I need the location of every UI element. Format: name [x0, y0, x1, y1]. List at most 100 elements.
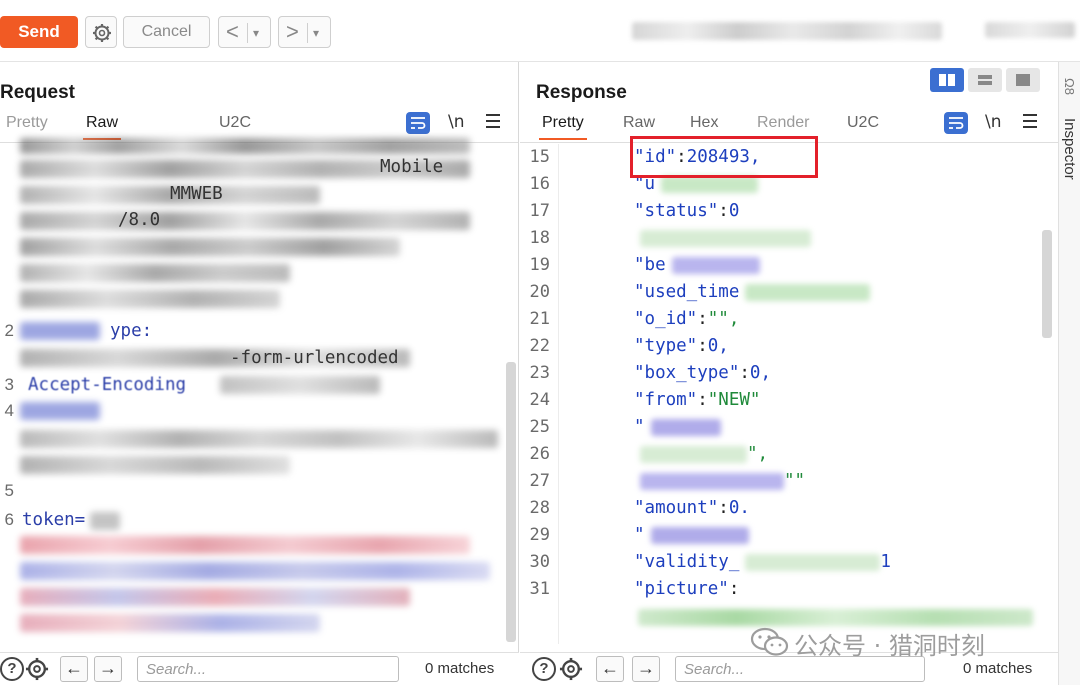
json-value: 0.	[728, 498, 750, 518]
layout-split-button[interactable]	[930, 68, 964, 92]
line-number: 31	[529, 579, 550, 599]
tab-raw[interactable]: Raw	[623, 114, 655, 132]
json-key: "from"	[634, 390, 698, 410]
json-value: 0	[728, 201, 740, 221]
tab-pretty[interactable]: Pretty	[6, 114, 48, 132]
tab-u2c[interactable]: U2C	[847, 114, 879, 132]
rows-icon	[978, 75, 992, 85]
search-prev-button[interactable]: ←	[60, 656, 88, 682]
search-prev-button[interactable]: ←	[596, 656, 624, 682]
json-key: "type"	[634, 336, 698, 356]
layout-rows-button[interactable]	[968, 68, 1002, 92]
json-line: "picture":	[634, 576, 739, 603]
tab-raw[interactable]: Raw	[82, 114, 122, 140]
request-search-bar: ? ← → 0 matches	[0, 652, 519, 685]
response-title: Response	[536, 82, 627, 103]
newline-toggle-icon[interactable]: \n	[985, 112, 1002, 132]
json-line: "status":0	[634, 198, 739, 225]
json-line: "used_time	[634, 279, 871, 306]
json-separator: :	[718, 498, 729, 518]
redacted-value	[640, 472, 784, 490]
json-line: "be	[634, 252, 760, 279]
layout-mode-toggle	[930, 68, 1040, 92]
chevron-right-icon: >	[286, 19, 299, 44]
target-settings-redacted[interactable]	[985, 22, 1075, 38]
wrap-icon	[949, 117, 964, 129]
help-icon[interactable]: ?	[532, 657, 556, 681]
target-host-redacted[interactable]	[632, 22, 942, 40]
gear-icon[interactable]	[24, 656, 50, 682]
json-key: "	[634, 417, 645, 437]
tab-u2c[interactable]: U2C	[219, 114, 251, 132]
chevron-down-icon[interactable]: ▾	[313, 23, 319, 43]
json-key: "box_type"	[634, 363, 740, 383]
redacted-value	[661, 175, 759, 193]
back-button[interactable]: < ▾	[218, 16, 271, 48]
toolbar: Send Cancel < ▾ > ▾	[0, 0, 1080, 62]
line-number: 15	[529, 147, 550, 167]
json-value: ""	[784, 471, 806, 491]
menu-icon[interactable]	[1023, 114, 1037, 130]
json-key: "status"	[634, 201, 719, 221]
line-number: 19	[529, 255, 550, 275]
chevron-down-icon[interactable]: ▾	[253, 23, 259, 43]
cancel-button[interactable]: Cancel	[123, 16, 210, 48]
square-icon	[1016, 74, 1030, 86]
line-number: 30	[529, 552, 550, 572]
request-fragment: token=	[22, 510, 86, 530]
request-fragment: -form-urlencoded	[230, 348, 399, 368]
response-editor[interactable]: 15 "id":208493, 16 "u 17 "status":0 18 19 "be 20 "…	[520, 144, 1040, 644]
settings-button[interactable]	[85, 16, 117, 48]
json-line: "box_type":0,	[634, 360, 771, 387]
newline-toggle-icon[interactable]: \n	[448, 112, 465, 132]
json-value: 0,	[749, 363, 771, 383]
line-number: 26	[529, 444, 550, 464]
json-line: "o_id":"",	[634, 306, 739, 333]
tab-render[interactable]: Render	[757, 114, 809, 132]
response-scrollbar[interactable]	[1042, 230, 1052, 338]
json-separator: :	[718, 201, 729, 221]
match-count: 0 matches	[963, 660, 1033, 677]
json-separator: :	[739, 363, 750, 383]
request-title: Request	[0, 82, 75, 103]
request-panel: Request Pretty Raw U2C \n Mobile MMWEB /…	[0, 62, 519, 652]
json-line: "amount":0.	[634, 495, 750, 522]
line-number: 17	[529, 201, 550, 221]
search-next-button[interactable]: →	[632, 656, 660, 682]
send-button[interactable]: Send	[0, 16, 78, 48]
line-number: 29	[529, 525, 550, 545]
help-icon[interactable]: ?	[0, 657, 24, 681]
request-fragment: /8.0	[118, 210, 161, 230]
search-input[interactable]	[137, 656, 399, 682]
json-key: "used_time	[634, 282, 740, 302]
json-value: "NEW"	[707, 390, 761, 410]
forward-button[interactable]: > ▾	[278, 16, 331, 48]
line-number: 4	[4, 401, 14, 420]
json-key: "o_id"	[634, 309, 698, 329]
line-number: 6	[4, 510, 14, 529]
request-fragment: MMWEB	[170, 184, 223, 204]
wrap-icon	[411, 117, 426, 129]
search-next-button[interactable]: →	[94, 656, 122, 682]
word-wrap-button[interactable]	[944, 112, 968, 134]
watermark-text: 公众号 · 猎洞时刻	[794, 632, 985, 660]
gear-icon	[93, 24, 111, 42]
redacted-value	[671, 256, 760, 274]
tab-hex[interactable]: Hex	[690, 114, 718, 132]
request-scrollbar[interactable]	[506, 362, 516, 642]
gear-icon[interactable]	[558, 656, 584, 682]
json-key: "	[634, 525, 645, 545]
line-number: 20	[529, 282, 550, 302]
json-line: ",	[634, 441, 768, 468]
tab-pretty[interactable]: Pretty	[539, 114, 587, 140]
line-number: 5	[4, 481, 14, 500]
inspector-tab[interactable]: Inspector	[1061, 118, 1078, 228]
json-value: 0,	[707, 336, 729, 356]
word-wrap-button[interactable]	[406, 112, 430, 134]
menu-icon[interactable]	[486, 114, 500, 130]
layout-single-button[interactable]	[1006, 68, 1040, 92]
redacted-value	[650, 418, 721, 436]
request-fragment: Accept-Encoding	[28, 375, 187, 395]
request-fragment: ype:	[110, 321, 153, 341]
json-value: "",	[707, 309, 740, 329]
